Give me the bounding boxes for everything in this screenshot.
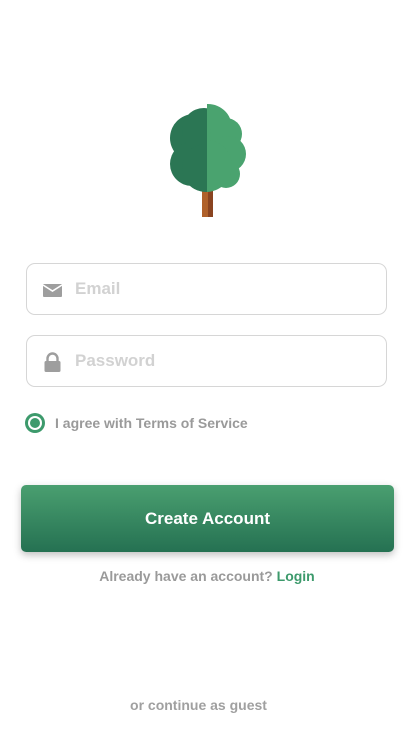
login-prompt: Already have an account? Login xyxy=(0,568,414,584)
password-input[interactable] xyxy=(75,336,375,386)
password-field[interactable] xyxy=(26,335,387,387)
terms-label: I agree with Terms of Service xyxy=(55,415,248,431)
login-link[interactable]: Login xyxy=(277,568,315,584)
lock-icon xyxy=(44,352,61,372)
email-field[interactable] xyxy=(26,263,387,315)
create-account-button[interactable]: Create Account xyxy=(21,485,394,552)
guest-link[interactable]: or continue as guest xyxy=(0,697,397,713)
login-prompt-text: Already have an account? xyxy=(99,568,277,584)
email-input[interactable] xyxy=(75,264,375,314)
terms-agreement[interactable]: I agree with Terms of Service xyxy=(25,413,248,433)
terms-radio[interactable] xyxy=(25,413,45,433)
envelope-icon xyxy=(42,284,63,297)
signup-screen: I agree with Terms of Service Create Acc… xyxy=(0,0,414,736)
tree-icon xyxy=(170,104,246,217)
